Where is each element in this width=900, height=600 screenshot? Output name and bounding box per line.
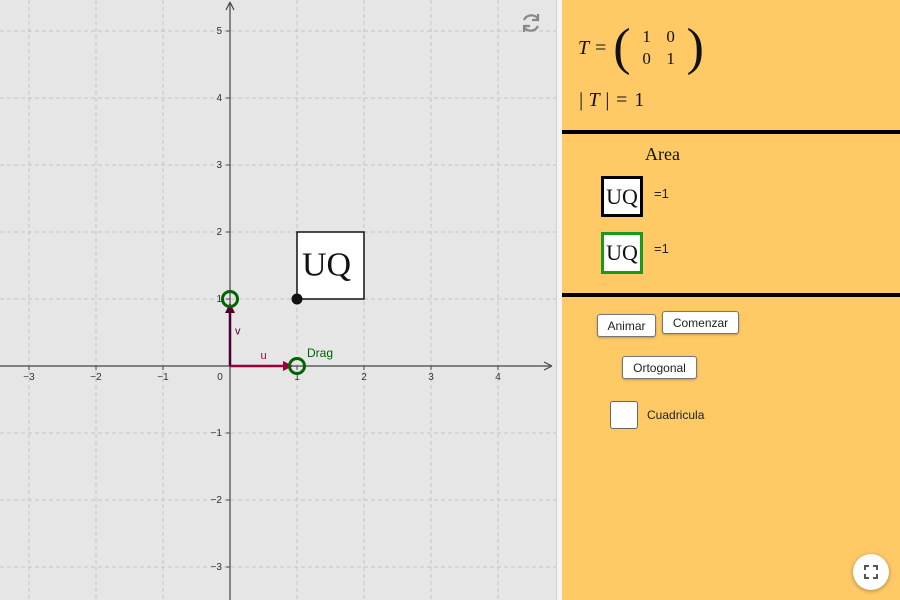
x-tick-label: −2 (90, 372, 102, 383)
matrix-cell: 1 (666, 49, 675, 68)
x-tick-label: 4 (495, 372, 501, 383)
uq-transformed-label: UQ (606, 240, 638, 265)
x-tick-label: 3 (428, 372, 434, 383)
determinant-lhs: | T | = (578, 89, 629, 111)
y-tick-label: −3 (211, 562, 223, 573)
y-tick-label: 3 (216, 160, 222, 171)
uq-transformed-box: UQ (601, 232, 643, 274)
coordinate-plane[interactable]: −3 −2 −1 1 2 3 4012345−1−2−3UQuvDrag (0, 0, 556, 600)
grid-checkbox[interactable] (610, 401, 638, 429)
uq-square-label: UQ (302, 247, 351, 284)
uq-original-area: =1 (654, 186, 669, 201)
graphics-view[interactable]: −3 −2 −1 1 2 3 4 0 1 2 3 4 5 −1 −2 −3 UQ u v Drag (0, 0, 556, 600)
vector-u-label: u (260, 350, 266, 362)
matrix-body: 1 0 0 1 (635, 27, 683, 69)
matrix-cell: 0 (642, 49, 651, 68)
y-tick-label: 5 (216, 26, 222, 37)
uq-original-label: UQ (606, 183, 638, 209)
origin-label: 0 (217, 372, 223, 383)
fullscreen-icon (864, 565, 878, 579)
matrix-lhs: T = (578, 36, 608, 59)
right-paren: ) (686, 19, 704, 76)
grid-checkbox-label: Cuadricula (647, 408, 705, 422)
area-title: Area (645, 144, 680, 164)
uq-transformed-area: =1 (654, 241, 669, 256)
reset-icon[interactable] (518, 10, 544, 36)
y-tick-label: 2 (216, 227, 222, 238)
section-divider (562, 130, 900, 134)
left-paren: ( (613, 19, 631, 76)
uq-anchor-point[interactable] (291, 293, 303, 305)
x-tick-label: −3 (23, 372, 35, 383)
drag-label: Drag (307, 346, 333, 360)
y-tick-label: −1 (211, 428, 223, 439)
start-button[interactable]: Comenzar (662, 311, 739, 334)
animate-button[interactable]: Animar (597, 314, 656, 337)
determinant-expression: | T | = 1 (578, 89, 644, 112)
determinant-value: 1 (634, 89, 645, 111)
y-tick-label: −2 (211, 495, 223, 506)
uq-original-box: UQ (601, 176, 643, 217)
matrix-cell: 1 (642, 27, 651, 46)
matrix-expression: T = ( 1 0 0 1 ) (578, 22, 704, 74)
algebra-panel: T = ( 1 0 0 1 ) | T | = 1 Area UQ =1 UQ … (562, 0, 900, 600)
x-tick-label: −1 (157, 372, 169, 383)
section-divider (562, 293, 900, 297)
y-tick-label: 4 (216, 93, 222, 104)
fullscreen-button[interactable] (853, 554, 889, 590)
x-tick-label: 2 (361, 372, 367, 383)
matrix-cell: 0 (666, 27, 675, 46)
orthogonal-button[interactable]: Ortogonal (622, 356, 697, 379)
vector-v-label: v (235, 326, 241, 338)
